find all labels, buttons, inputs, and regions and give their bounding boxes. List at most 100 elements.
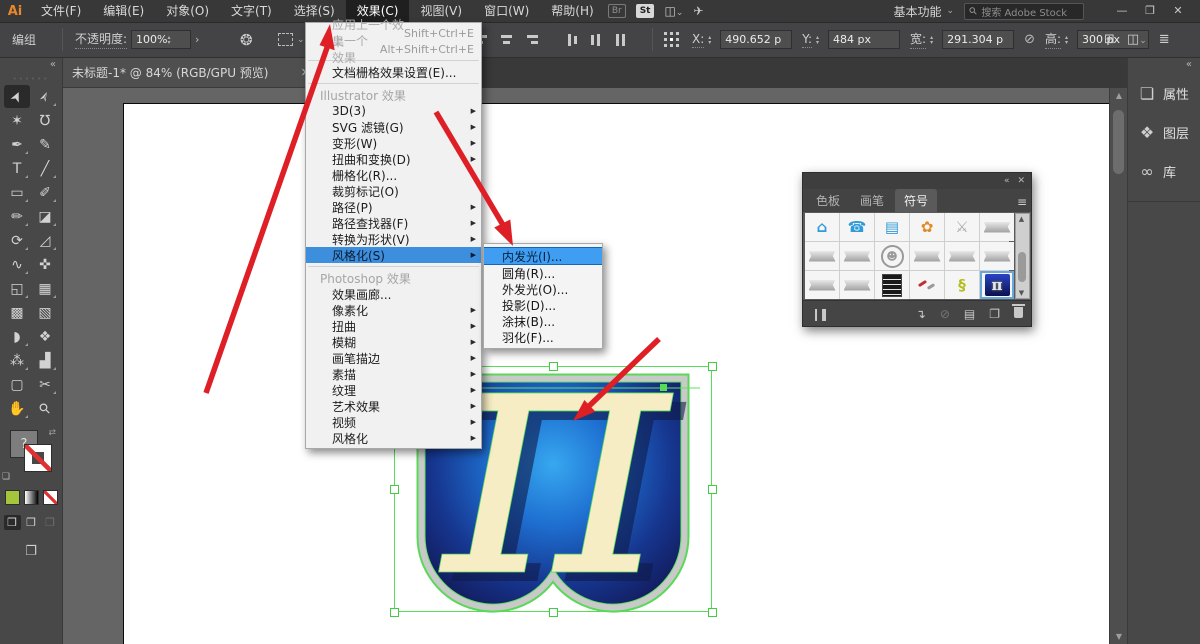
panel-tab-色板[interactable]: 色板 xyxy=(807,189,849,212)
field-label[interactable]: X: xyxy=(692,32,704,48)
perspective-grid-tool[interactable]: ▦ xyxy=(32,277,58,300)
stock-search-input[interactable]: ⚲ 搜索 Adobe Stock xyxy=(964,3,1084,20)
symbol-banner[interactable] xyxy=(945,242,979,270)
arrange-documents-icon[interactable]: ◫⌄ xyxy=(664,4,683,18)
align-right-icon[interactable] xyxy=(522,33,540,47)
new-symbol-icon[interactable]: ❐ xyxy=(989,307,1000,321)
effects-menu-item-24[interactable]: 纹理▶ xyxy=(306,382,481,398)
default-fill-stroke-icon[interactable]: ❏ xyxy=(2,472,10,482)
scroll-down-icon[interactable]: ▼ xyxy=(1016,289,1027,297)
shape-builder-tool[interactable]: ◱ xyxy=(4,277,30,300)
toolbar-collapse-icon[interactable]: « xyxy=(0,57,62,75)
spinner-icon[interactable]: ▴▾ xyxy=(1065,35,1073,45)
symbol-house[interactable]: ⌂ xyxy=(805,213,839,241)
opacity-label[interactable]: 不透明度: xyxy=(75,30,127,49)
spinner-icon[interactable]: ▴▾ xyxy=(816,35,824,45)
stylize-menu-item-3[interactable]: 投影(D)... xyxy=(484,297,602,313)
symbol-sprayer-tool[interactable]: ⁂ xyxy=(4,349,30,372)
unlink-dimensions-icon[interactable]: ⊘ xyxy=(1024,32,1035,47)
screen-mode-icon[interactable]: ❐ xyxy=(0,544,62,559)
field-label[interactable]: 宽: xyxy=(910,30,926,49)
menubar-item-6[interactable]: 视图(V) xyxy=(409,0,473,22)
distribute-right-icon[interactable] xyxy=(612,33,630,47)
none-swatch[interactable] xyxy=(43,490,58,505)
distribute-center-icon[interactable] xyxy=(588,33,606,47)
align-center-icon[interactable] xyxy=(498,33,516,47)
line-segment-tool[interactable]: ╱ xyxy=(32,157,58,180)
break-symbol-link-icon[interactable]: ⊘ xyxy=(940,307,950,321)
symbol-banner[interactable] xyxy=(910,242,944,270)
gradient-swatch[interactable] xyxy=(24,490,39,505)
selection-handle[interactable] xyxy=(549,608,558,617)
restore-button[interactable]: ❐ xyxy=(1136,0,1164,22)
symbol-pi[interactable]: π xyxy=(980,271,1014,299)
symbol-dna[interactable]: § xyxy=(945,271,979,299)
swap-fill-stroke-icon[interactable]: ⇄ xyxy=(48,428,56,438)
vertical-scrollbar[interactable]: ▲ ▼ xyxy=(1109,88,1128,644)
draw-normal-icon[interactable]: ❒ xyxy=(4,515,21,530)
lasso-tool[interactable]: ℧ xyxy=(32,109,58,132)
symbol-banner[interactable] xyxy=(980,242,1014,270)
effects-menu-item-20[interactable]: 扭曲▶ xyxy=(306,318,481,334)
column-graph-tool[interactable]: ▟ xyxy=(32,349,58,372)
stylize-menu-item-1[interactable]: 圆角(R)... xyxy=(484,265,602,281)
symbol-banner[interactable] xyxy=(840,271,874,299)
effects-menu-item-25[interactable]: 艺术效果▶ xyxy=(306,398,481,414)
stylize-menu-item-5[interactable]: 羽化(F)... xyxy=(484,329,602,345)
zoom-tool[interactable]: ⚲ xyxy=(32,397,58,420)
panel-tab-符号[interactable]: 符号 xyxy=(895,189,937,212)
shaper-tool[interactable]: ✏ xyxy=(4,205,30,228)
dock-collapse-icon[interactable]: « xyxy=(1128,57,1200,74)
workspace-switcher[interactable]: 基本功能 ⌄ xyxy=(893,3,954,20)
effects-menu-item-19[interactable]: 像素化▶ xyxy=(306,302,481,318)
symbol-portrait[interactable]: ☻ xyxy=(875,242,909,270)
opacity-slider-arrow-icon[interactable]: › xyxy=(195,33,199,46)
effects-menu-item-12[interactable]: 路径(P)▶ xyxy=(306,199,481,215)
stroke-color-swatch[interactable] xyxy=(24,444,52,472)
bridge-badge-icon[interactable]: Br xyxy=(608,4,626,18)
recolor-artwork-icon[interactable]: ❂ xyxy=(240,22,253,57)
menubar-item-8[interactable]: 帮助(H) xyxy=(540,0,604,22)
field-input[interactable]: 484 px xyxy=(828,30,900,49)
paintbrush-tool[interactable]: ✐ xyxy=(32,181,58,204)
effects-menu-item-13[interactable]: 路径查找器(F)▶ xyxy=(306,215,481,231)
magic-wand-tool[interactable]: ✶ xyxy=(4,109,30,132)
hand-tool[interactable]: ✋ xyxy=(4,397,30,420)
selection-handle[interactable] xyxy=(390,485,399,494)
symbol-paint-smears[interactable] xyxy=(910,271,944,299)
effects-menu-item-8[interactable]: 变形(W)▶ xyxy=(306,135,481,151)
field-label[interactable]: Y: xyxy=(802,32,812,48)
symbols-scrollbar[interactable]: ▲ ▼ xyxy=(1015,213,1030,299)
document-tab[interactable]: 未标题-1* @ 84% (RGB/GPU 预览) ✕ xyxy=(62,57,320,87)
dock-item-2[interactable]: ∞库 xyxy=(1128,152,1200,191)
scroll-up-icon[interactable]: ▲ xyxy=(1016,215,1027,223)
symbol-banner[interactable] xyxy=(805,271,839,299)
pen-tool[interactable]: ✒ xyxy=(4,133,30,156)
stock-badge-icon[interactable]: St xyxy=(636,4,655,18)
effects-menu-item-9[interactable]: 扭曲和变换(D)▶ xyxy=(306,151,481,167)
curvature-tool[interactable]: ✎ xyxy=(32,133,58,156)
scroll-up-icon[interactable]: ▲ xyxy=(1110,91,1128,100)
symbol-crossed-ribbons[interactable]: ⚔ xyxy=(945,213,979,241)
type-tool[interactable]: T xyxy=(4,157,30,180)
symbol-banner[interactable] xyxy=(980,213,1014,241)
effects-menu-item-3[interactable]: 文档栅格效果设置(E)... xyxy=(306,64,481,80)
color-swatch[interactable] xyxy=(5,490,20,505)
selection-handle[interactable] xyxy=(708,608,717,617)
symbol-libraries-icon[interactable]: ❙❚ xyxy=(811,307,827,321)
blend-tool[interactable]: ❖ xyxy=(32,325,58,348)
direct-selection-tool[interactable]: ➣ xyxy=(32,85,58,108)
panel-tab-画笔[interactable]: 画笔 xyxy=(851,189,893,212)
menubar-item-0[interactable]: 文件(F) xyxy=(30,0,92,22)
opacity-input[interactable]: 100% ▴▾ xyxy=(131,30,191,49)
panel-menu-icon[interactable]: ≡ xyxy=(1017,195,1027,212)
gradient-tool[interactable]: ▧ xyxy=(32,301,58,324)
selection-handle[interactable] xyxy=(708,362,717,371)
symbol-nutrition-label[interactable] xyxy=(875,271,909,299)
scrollbar-thumb[interactable] xyxy=(1113,110,1124,174)
draw-behind-icon[interactable]: ❒ xyxy=(23,515,40,530)
gpu-performance-icon[interactable]: ✈ xyxy=(693,4,703,18)
panel-close-icon[interactable]: ✕ xyxy=(1017,176,1025,186)
field-label[interactable]: 高: xyxy=(1045,30,1061,49)
scroll-down-icon[interactable]: ▼ xyxy=(1110,632,1128,641)
